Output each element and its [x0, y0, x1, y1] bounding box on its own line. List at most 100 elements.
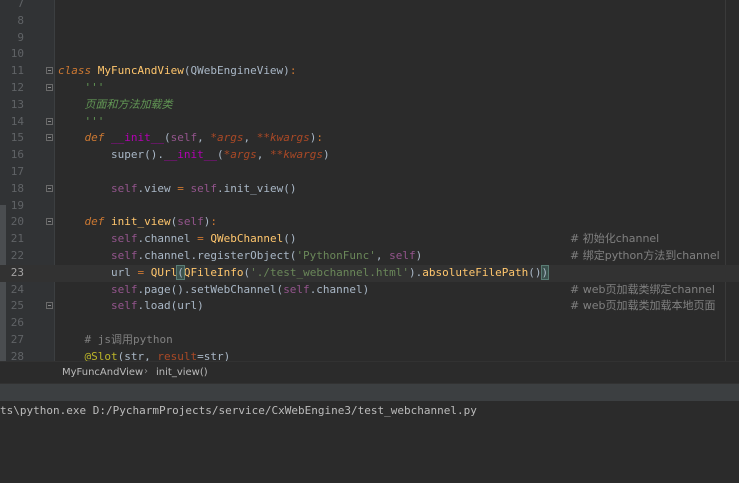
- code-token: *args: [210, 131, 244, 145]
- fold-toggle-icon[interactable]: [46, 302, 53, 310]
- code-token: self: [110, 282, 138, 296]
- line-number: 26: [10, 316, 24, 330]
- code-text: 页面和方法加载类: [58, 97, 173, 114]
- code-token: self: [110, 299, 138, 313]
- fold-toggle-icon[interactable]: [46, 84, 53, 91]
- code-token: =: [197, 232, 204, 246]
- fold-toggle-icon[interactable]: [46, 184, 53, 192]
- line-number: 14: [10, 114, 24, 128]
- code-token: 'PythonFunc': [296, 249, 376, 262]
- code-token: ).: [409, 265, 423, 279]
- code-token: ''': [84, 114, 105, 128]
- code-token: ): [540, 264, 550, 280]
- inline-comment: # 初始化channel: [570, 232, 660, 246]
- code-token: :: [289, 64, 297, 78]
- line-number: 23: [10, 265, 24, 279]
- code-line[interactable]: 14 ''': [0, 114, 739, 131]
- code-line[interactable]: 26: [0, 315, 739, 332]
- code-line[interactable]: 7: [0, 0, 739, 13]
- fold-toggle-icon[interactable]: [46, 218, 53, 226]
- fold-toggle-icon[interactable]: [46, 117, 53, 125]
- code-text: ''': [58, 114, 105, 131]
- code-line[interactable]: 12 ''': [0, 80, 739, 97]
- fold-toggle-icon[interactable]: [46, 67, 53, 75]
- code-token: ): [223, 349, 231, 361]
- code-line[interactable]: 10: [0, 46, 739, 63]
- code-token: class: [58, 64, 92, 78]
- code-token: 页面和方法加载类: [84, 97, 173, 111]
- code-token: .load(url): [137, 299, 204, 313]
- code-token: self: [283, 282, 310, 296]
- code-token: .view: [137, 181, 178, 195]
- code-text: url = QUrl(QFileInfo('./test_webchannel.…: [58, 264, 550, 282]
- code-token: .channel.registerObject(: [137, 249, 297, 262]
- breadcrumb-item-method[interactable]: init_view(): [156, 367, 208, 378]
- code-text: # js调用python: [58, 332, 173, 349]
- code-line[interactable]: 19: [0, 198, 739, 215]
- code-token: __init__: [163, 148, 217, 162]
- line-number: 7: [17, 0, 24, 10]
- code-line[interactable]: 27 # js调用python: [0, 332, 739, 349]
- code-token: ): [322, 148, 330, 162]
- code-editor[interactable]: 7 8 9 10 11 class MyFuncAndView(QWebEngineVie…: [0, 0, 739, 361]
- line-number: 11: [10, 64, 24, 78]
- code-line[interactable]: 18 self.view = self.init_view(): [0, 181, 739, 198]
- code-token: url: [58, 265, 138, 279]
- code-token: './test_webchannel.html': [250, 265, 410, 279]
- code-token: ,: [375, 249, 390, 262]
- code-token: self: [389, 249, 416, 262]
- fold-toggle-icon[interactable]: [46, 134, 53, 142]
- code-line[interactable]: 9: [0, 30, 739, 47]
- code-line[interactable]: 8: [0, 13, 739, 30]
- code-token: self: [170, 131, 198, 145]
- code-line[interactable]: 15 def __init__(self, *args, **kwargs):: [0, 130, 739, 147]
- code-token: @Slot: [84, 349, 118, 361]
- code-line[interactable]: 13 页面和方法加载类: [0, 97, 739, 114]
- code-token: ,: [197, 131, 211, 145]
- breadcrumb-chevron-icon: ›: [144, 366, 148, 377]
- code-token: self: [110, 181, 138, 195]
- run-console[interactable]: ts\python.exe D:/PycharmProjects/service…: [0, 401, 739, 483]
- code-token: self: [177, 215, 204, 229]
- code-line[interactable]: 25 self.load(url) # web页加载类加载本地页面: [0, 298, 739, 315]
- code-line[interactable]: 17: [0, 164, 739, 181]
- code-text: super().__init__(*args, **kwargs): [58, 147, 330, 164]
- breadcrumb-item-class[interactable]: MyFuncAndView: [62, 367, 143, 378]
- panel-splitter[interactable]: [0, 383, 739, 401]
- code-text: @Slot(str, result=str): [58, 349, 231, 361]
- line-number: 18: [10, 181, 24, 195]
- code-text: self.page().setWebChannel(self.channel): [58, 282, 369, 299]
- line-number: 21: [10, 232, 24, 246]
- code-token: (: [216, 148, 224, 162]
- code-text: class MyFuncAndView(QWebEngineView):: [58, 63, 296, 80]
- code-token: :: [316, 131, 323, 145]
- inline-comment: # 绑定python方法到channel: [570, 249, 720, 262]
- code-token: *args: [223, 148, 257, 162]
- code-token: ): [415, 249, 423, 262]
- code-token: .channel): [309, 282, 370, 296]
- code-token: QWebChannel: [210, 232, 284, 246]
- code-text: self .channel.registerObject('PythonFunc'…: [58, 248, 422, 265]
- code-line[interactable]: 16 super().__init__(*args, **kwargs): [0, 147, 739, 164]
- code-token: absoluteFilePath: [422, 265, 529, 279]
- code-line[interactable]: 28 @Slot(str, result=str): [0, 349, 739, 361]
- code-line[interactable]: 24 self.page().setWebChannel(self.channe…: [0, 282, 739, 299]
- code-text: def init_view(self):: [58, 214, 217, 231]
- line-number: 27: [10, 333, 24, 346]
- code-line[interactable]: 11 class MyFuncAndView(QWebEngineView):: [0, 63, 739, 80]
- code-token: ().: [144, 148, 164, 162]
- code-line[interactable]: 22 self.channel.registerObject('PythonFu…: [0, 248, 739, 265]
- code-token: ''': [84, 81, 105, 94]
- code-line[interactable]: 21 self.channel = QWebChannel() # 初始化chan…: [0, 231, 739, 248]
- code-line[interactable]: 23 url = QUrl(QFileInfo('./test_webchann…: [0, 264, 739, 282]
- code-line[interactable]: 20 def init_view(self):: [0, 214, 739, 231]
